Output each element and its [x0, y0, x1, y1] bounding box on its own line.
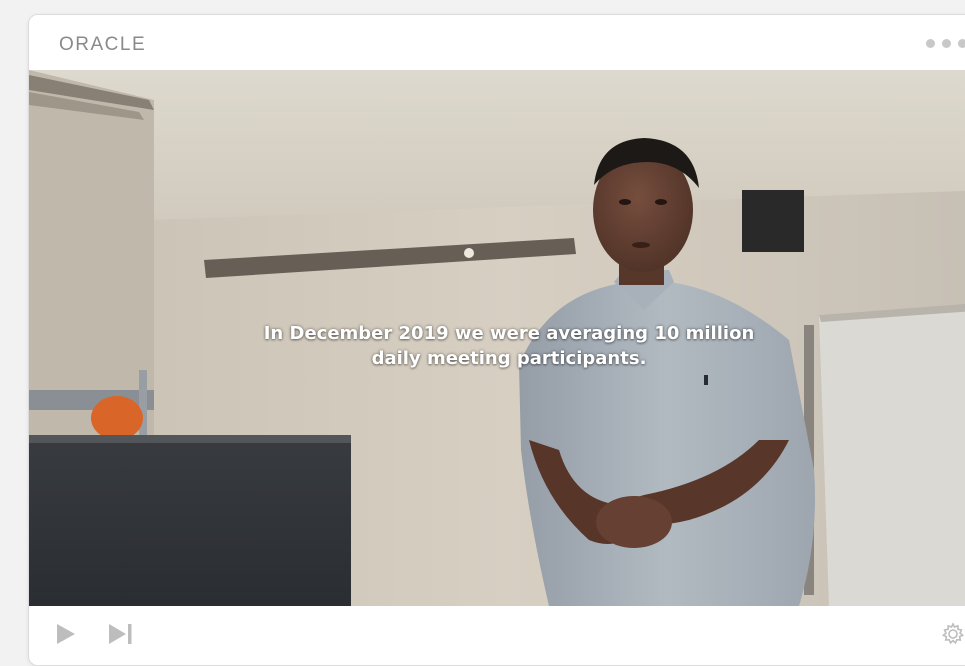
dot-icon — [942, 39, 951, 48]
dot-icon — [926, 39, 935, 48]
video-player: ORACLE In December 2019 we were averagin… — [28, 14, 965, 666]
skip-next-icon — [109, 624, 132, 644]
oracle-logo: ORACLE — [59, 34, 147, 55]
gear-icon — [941, 622, 965, 645]
more-options-button[interactable] — [926, 39, 965, 48]
caption-line-2: daily meeting participants. — [371, 348, 647, 369]
play-icon — [57, 624, 75, 644]
settings-button[interactable] — [941, 622, 965, 646]
player-header: ORACLE — [29, 15, 965, 70]
skip-next-button[interactable] — [107, 622, 135, 646]
caption-line-1: In December 2019 we were averaging 10 mi… — [263, 323, 755, 344]
subtitle-caption: In December 2019 we were averaging 10 mi… — [199, 321, 819, 371]
play-button[interactable] — [55, 622, 77, 646]
video-frame[interactable]: In December 2019 we were averaging 10 mi… — [29, 70, 965, 606]
dot-icon — [958, 39, 965, 48]
player-controls — [29, 606, 965, 665]
